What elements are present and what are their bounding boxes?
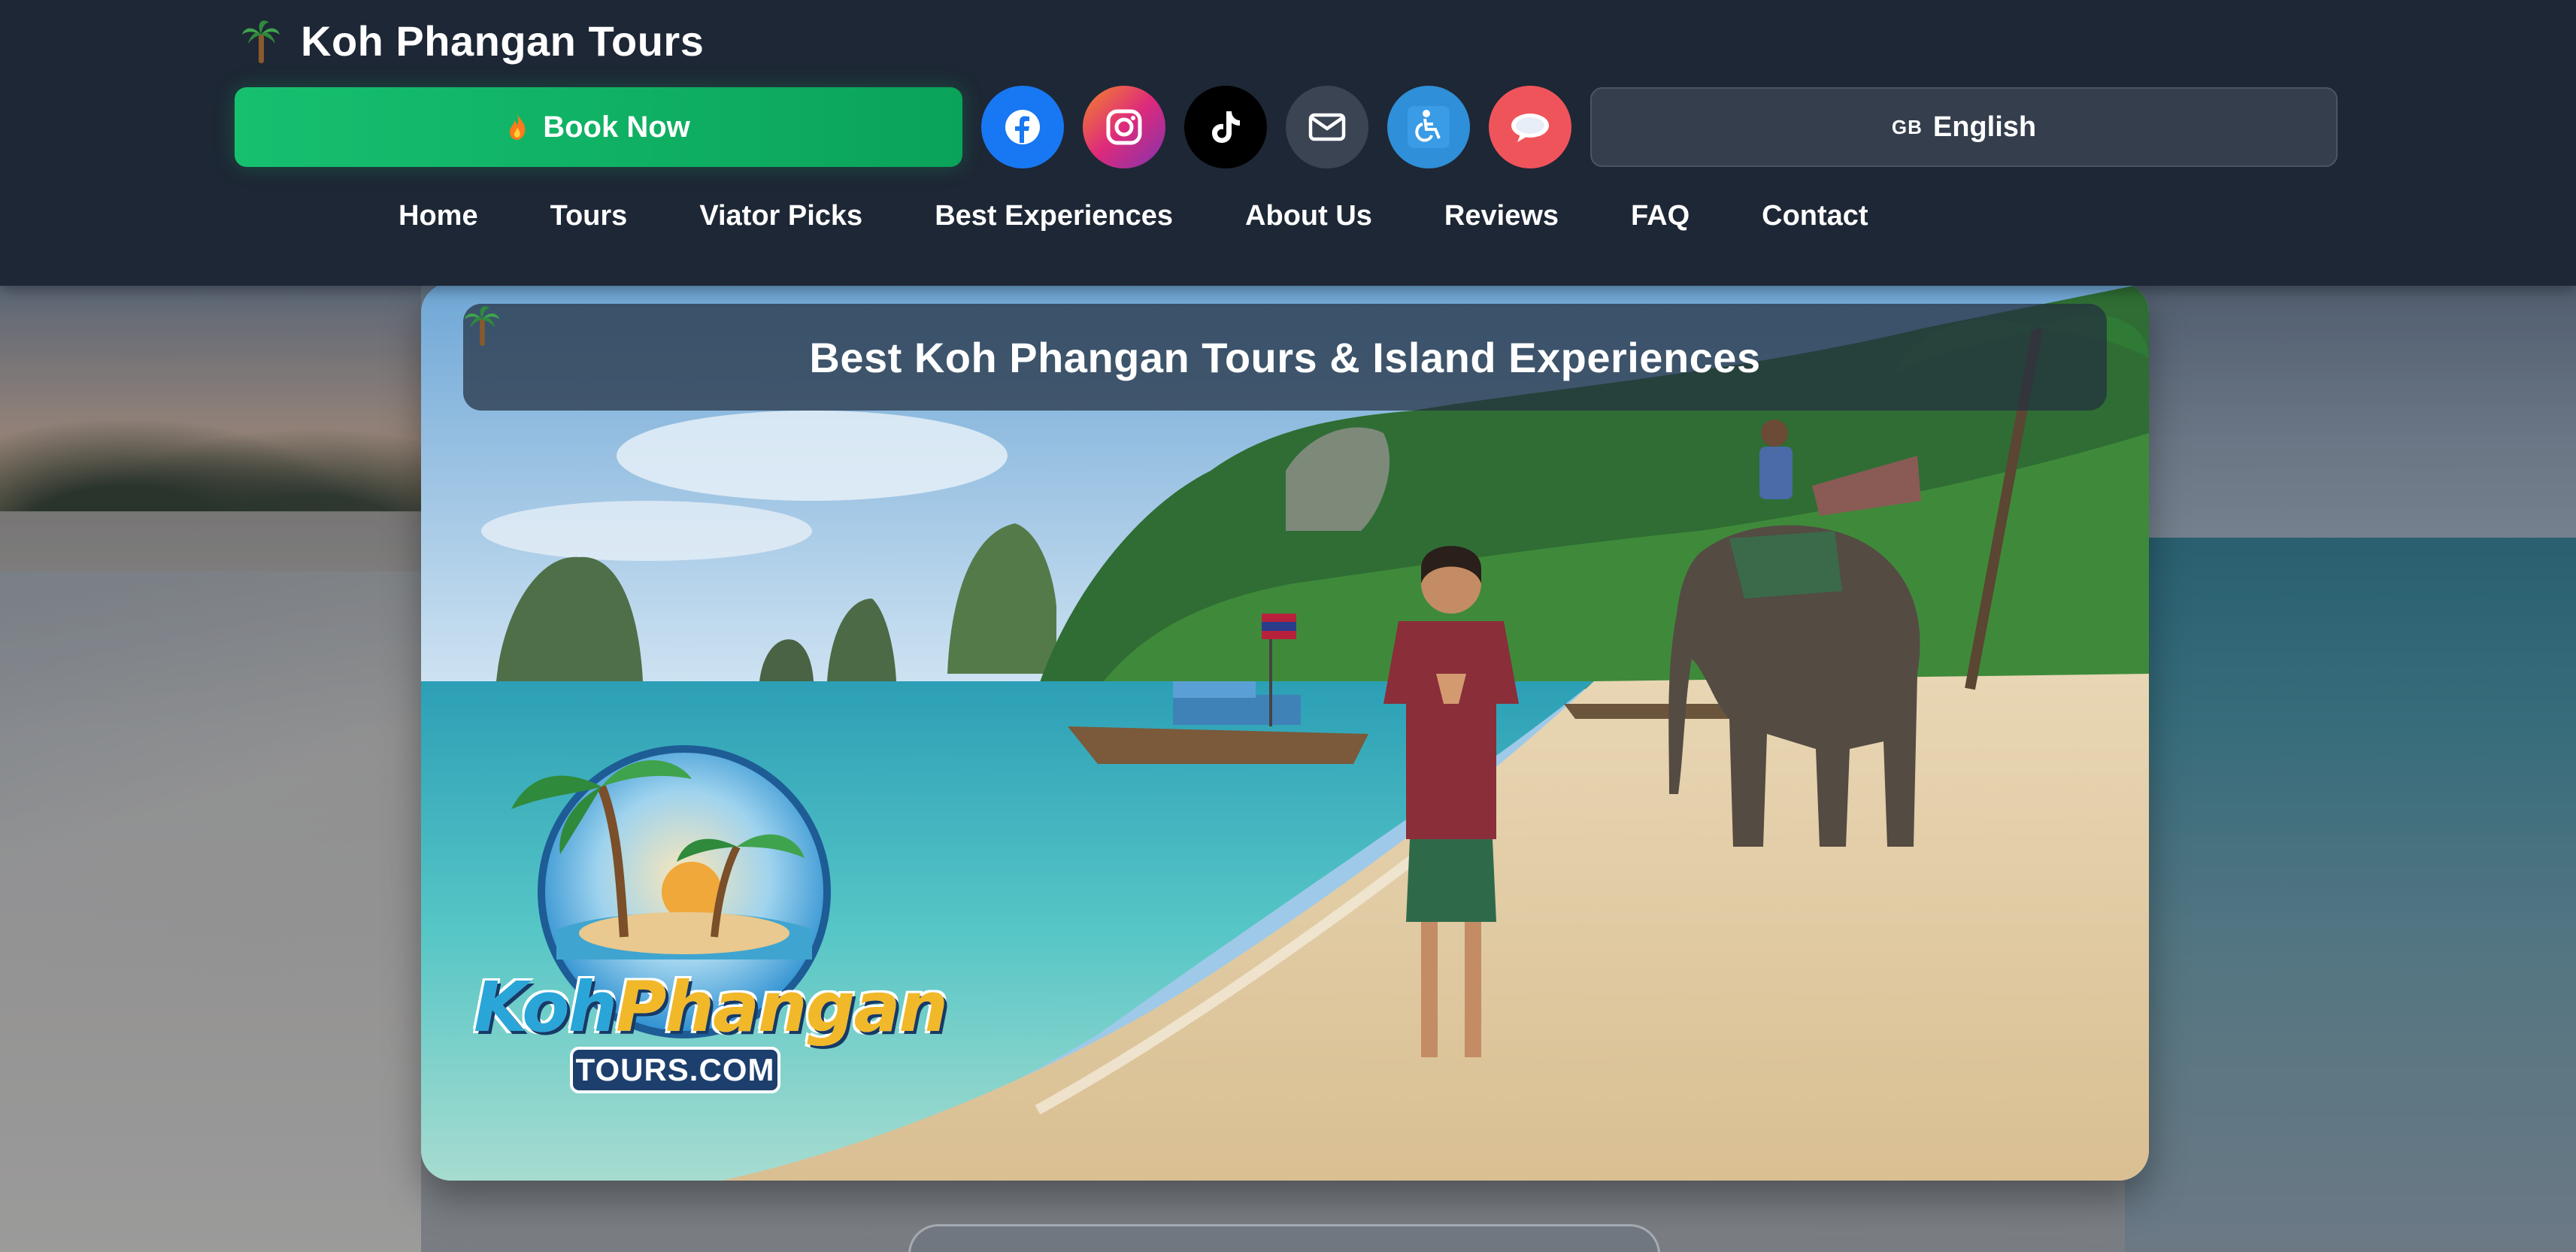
accessibility-button[interactable] — [1387, 86, 1470, 168]
logo-subtitle: TOURS.COM — [570, 1047, 780, 1093]
section-subtitle-peek — [908, 1224, 1660, 1252]
nav-item-reviews[interactable]: Reviews — [1444, 200, 1559, 232]
nav-item-viator-picks[interactable]: Viator Picks — [699, 200, 862, 232]
mail-icon — [1308, 113, 1346, 141]
nav-item-tours[interactable]: Tours — [550, 200, 628, 232]
site-header: Koh Phangan Tours Book Now GB English Ho… — [0, 0, 2576, 286]
logo-word-koh: Koh — [474, 967, 617, 1047]
tiktok-icon — [1212, 111, 1240, 143]
hero-title: Best Koh Phangan Tours & Island Experien… — [809, 333, 1761, 381]
logo-word-phangan: Phangan — [615, 967, 948, 1047]
flag-gb-icon: GB — [1891, 115, 1923, 138]
nav-item-about-us[interactable]: About Us — [1245, 200, 1372, 232]
palm-tree-icon — [464, 306, 500, 346]
book-now-label: Book Now — [543, 110, 690, 144]
kohphangan-logo: KohPhangan TOURS.COM — [466, 734, 948, 1140]
wheelchair-icon — [1408, 106, 1450, 148]
book-now-button[interactable]: Book Now — [235, 87, 962, 167]
brand-title: Koh Phangan Tours — [301, 17, 705, 65]
header-actions: Book Now GB English — [235, 86, 2338, 168]
chat-button[interactable] — [1489, 86, 1571, 168]
palm-tree-icon — [242, 20, 280, 63]
nav-item-best-experiences[interactable]: Best Experiences — [935, 200, 1173, 232]
facebook-icon — [1005, 110, 1040, 144]
main-nav: Home Tours Viator Picks Best Experiences… — [399, 200, 1868, 232]
hero-card: Best Koh Phangan Tours & Island Experien… — [421, 283, 2149, 1181]
language-label: English — [1932, 111, 2037, 143]
logo-wordmark: KohPhangan — [474, 967, 948, 1047]
nav-item-contact[interactable]: Contact — [1762, 200, 1868, 232]
chat-bubble-icon — [1511, 114, 1549, 142]
brand[interactable]: Koh Phangan Tours — [241, 17, 704, 65]
hero-title-bar: Best Koh Phangan Tours & Island Experien… — [463, 304, 2107, 411]
instagram-icon — [1106, 109, 1142, 145]
instagram-button[interactable] — [1083, 86, 1165, 168]
flame-icon — [510, 114, 526, 140]
tiktok-button[interactable] — [1184, 86, 1267, 168]
nav-item-home[interactable]: Home — [399, 200, 478, 232]
nav-item-faq[interactable]: FAQ — [1631, 200, 1690, 232]
language-selector[interactable]: GB English — [1590, 87, 2338, 167]
facebook-button[interactable] — [981, 86, 1064, 168]
email-button[interactable] — [1286, 86, 1368, 168]
